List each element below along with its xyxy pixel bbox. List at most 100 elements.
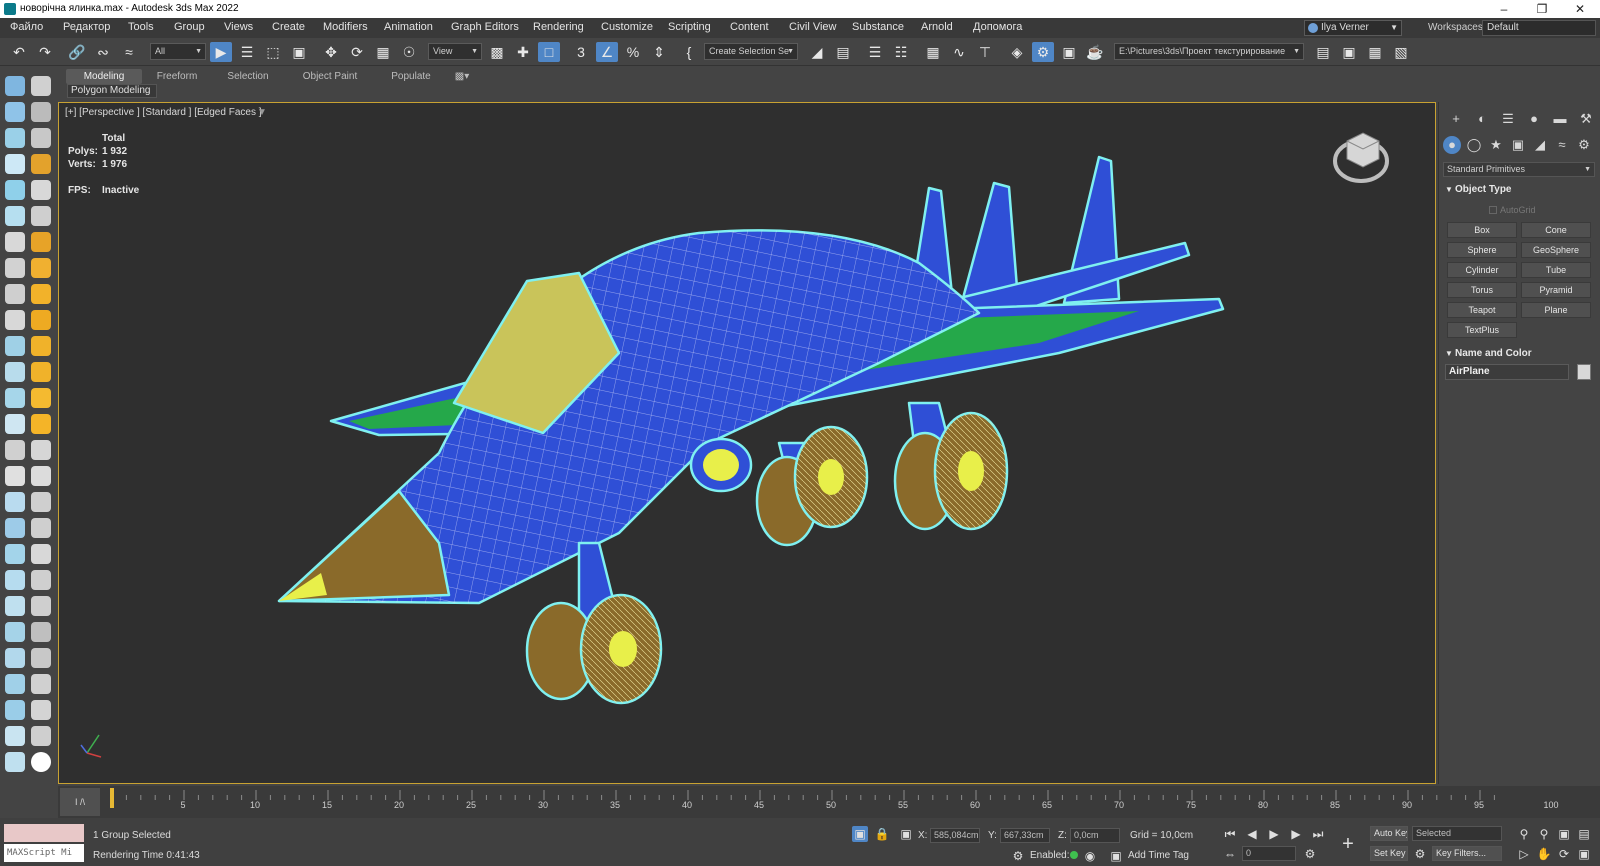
angle-snap-icon[interactable]: ∠	[596, 42, 618, 62]
menu-edit[interactable]: Редактор	[63, 21, 110, 33]
helpers-icon[interactable]: ◢	[1531, 136, 1549, 154]
tab-modeling[interactable]: Modeling	[66, 69, 142, 84]
time-configuration-icon[interactable]: ⚙	[1302, 846, 1318, 862]
menu-civil-view[interactable]: Civil View	[789, 21, 836, 33]
tool-icon-19[interactable]	[5, 310, 25, 330]
tool-icon-9[interactable]	[5, 180, 25, 200]
perspective-viewport[interactable]: [+] [Perspective ] [Standard ] [Edged Fa…	[58, 102, 1436, 784]
polygon-modeling-panel[interactable]: Polygon Modeling	[67, 84, 157, 98]
rotate-icon[interactable]: ⟳	[346, 42, 368, 62]
time-slider[interactable]: I /\	[60, 788, 100, 816]
named-selection-set-dropdown[interactable]: Create Selection Se ▼	[704, 43, 798, 60]
tool-icon-8[interactable]	[31, 154, 51, 174]
plane-button[interactable]: Plane	[1521, 302, 1591, 318]
ribbon-options-icon[interactable]: ▩▾	[450, 69, 474, 84]
tool-icon-32[interactable]	[31, 466, 51, 486]
set-key-icon[interactable]: +	[1336, 832, 1360, 856]
tab-object-paint[interactable]: Object Paint	[290, 69, 370, 84]
tool-icon-15[interactable]	[5, 258, 25, 278]
menu-group[interactable]: Group	[174, 21, 205, 33]
schematic-view-icon[interactable]: ⊤	[974, 42, 996, 62]
menu-customize[interactable]: Customize	[601, 21, 653, 33]
tool-icon-39[interactable]	[5, 570, 25, 590]
toggle-explorer-icon[interactable]: ▣	[1338, 42, 1360, 62]
tool-icon-36[interactable]	[31, 518, 51, 538]
menu-graph-editors[interactable]: Graph Editors	[451, 21, 519, 33]
tool-icon-26[interactable]	[31, 388, 51, 408]
key-filter-icon[interactable]: ⚙	[1412, 846, 1428, 862]
display-tab-icon[interactable]: ▬	[1551, 110, 1569, 128]
menu-scripting[interactable]: Scripting	[668, 21, 711, 33]
snaps-toggle-icon[interactable]: 3	[570, 42, 592, 62]
teapot-button[interactable]: Teapot	[1447, 302, 1517, 318]
edit-named-selection-icon[interactable]: {	[678, 42, 700, 62]
select-object-icon[interactable]: ▶	[210, 42, 232, 62]
pivot-center-icon[interactable]: ▩	[486, 42, 508, 62]
keyboard-shortcut-override-icon[interactable]: □	[538, 42, 560, 62]
object-name-input[interactable]: AirPlane	[1445, 364, 1569, 380]
box-button[interactable]: Box	[1447, 222, 1517, 238]
tool-icon-54[interactable]	[31, 752, 51, 772]
motion-tab-icon[interactable]: ●	[1525, 110, 1543, 128]
tool-icon-3[interactable]	[5, 102, 25, 122]
play-icon[interactable]: ▶	[1266, 826, 1282, 842]
tool-icon-52[interactable]	[31, 726, 51, 746]
tool-icon-1[interactable]	[5, 76, 25, 96]
rectangular-selection-icon[interactable]: ⬚	[262, 42, 284, 62]
adaptive-degradation-icon[interactable]: ⚙	[1010, 848, 1026, 864]
tool-icon-30[interactable]	[31, 440, 51, 460]
menu-views[interactable]: Views	[224, 21, 253, 33]
tool-icon-46[interactable]	[31, 648, 51, 668]
bind-space-warp-icon[interactable]: ≈	[118, 42, 140, 62]
torus-button[interactable]: Torus	[1447, 282, 1517, 298]
zoom-all-icon[interactable]: ⚲	[1536, 826, 1552, 842]
maximize-viewport-icon[interactable]: ▣	[1576, 846, 1592, 862]
tool-icon-49[interactable]	[5, 700, 25, 720]
align-icon[interactable]: ▤	[832, 42, 854, 62]
undo-icon[interactable]: ↶	[8, 42, 30, 62]
key-set-dropdown[interactable]: Selected	[1412, 826, 1502, 841]
key-mode-icon[interactable]: ⇔	[1222, 846, 1238, 862]
shapes-icon[interactable]: ◯	[1465, 136, 1483, 154]
tool-icon-13[interactable]	[5, 232, 25, 252]
orbit-icon[interactable]: ⟳	[1556, 846, 1572, 862]
go-to-start-icon[interactable]: ⏮	[1222, 826, 1238, 842]
current-frame-field[interactable]: 0	[1242, 846, 1296, 861]
menu-content[interactable]: Content	[730, 21, 769, 33]
curve-editor-icon[interactable]: ∿	[948, 42, 970, 62]
menu-substance[interactable]: Substance	[852, 21, 904, 33]
tool-icon-45[interactable]	[5, 648, 25, 668]
zoom-extents-icon[interactable]: ▣	[1556, 826, 1572, 842]
tool-icon-37[interactable]	[5, 544, 25, 564]
name-and-color-rollout[interactable]: ▼ Name and Color	[1443, 346, 1595, 361]
geosphere-button[interactable]: GeoSphere	[1521, 242, 1591, 258]
pyramid-button[interactable]: Pyramid	[1521, 282, 1591, 298]
tab-freeform[interactable]: Freeform	[144, 69, 210, 84]
time-playhead[interactable]	[110, 788, 114, 808]
tool-icon-28[interactable]	[31, 414, 51, 434]
enabled-indicator-icon[interactable]	[1070, 851, 1078, 859]
tool-icon-20[interactable]	[31, 310, 51, 330]
tool-icon-23[interactable]	[5, 362, 25, 382]
utilities-tab-icon[interactable]: ⚒	[1577, 110, 1595, 128]
zoom-extents-all-icon[interactable]: ▤	[1576, 826, 1592, 842]
selection-filter-dropdown[interactable]: All ▼	[150, 43, 206, 60]
tool-icon-24[interactable]	[31, 362, 51, 382]
z-coordinate-field[interactable]: 0,0cm	[1070, 828, 1120, 843]
tool-icon-10[interactable]	[31, 180, 51, 200]
render-frame-icon[interactable]: ▦	[1364, 42, 1386, 62]
layer-explorer-icon[interactable]: ☷	[890, 42, 912, 62]
tool-icon-6[interactable]	[31, 128, 51, 148]
tube-button[interactable]: Tube	[1521, 262, 1591, 278]
toggle-ribbon-icon[interactable]: ▦	[922, 42, 944, 62]
unlink-icon[interactable]: ∾	[92, 42, 114, 62]
tool-icon-7[interactable]	[5, 154, 25, 174]
menu-file[interactable]: Файло	[10, 21, 43, 33]
link-icon[interactable]: 🔗	[66, 42, 88, 62]
tool-icon-31[interactable]	[5, 466, 25, 486]
rendered-frame-window-icon[interactable]: ▣	[1058, 42, 1080, 62]
textplus-button[interactable]: TextPlus	[1447, 322, 1517, 338]
maxscript-mini-listener[interactable]: MAXScript Mi	[4, 844, 84, 862]
tool-icon-38[interactable]	[31, 544, 51, 564]
autogrid-checkbox[interactable]: AutoGrid	[1489, 205, 1536, 215]
